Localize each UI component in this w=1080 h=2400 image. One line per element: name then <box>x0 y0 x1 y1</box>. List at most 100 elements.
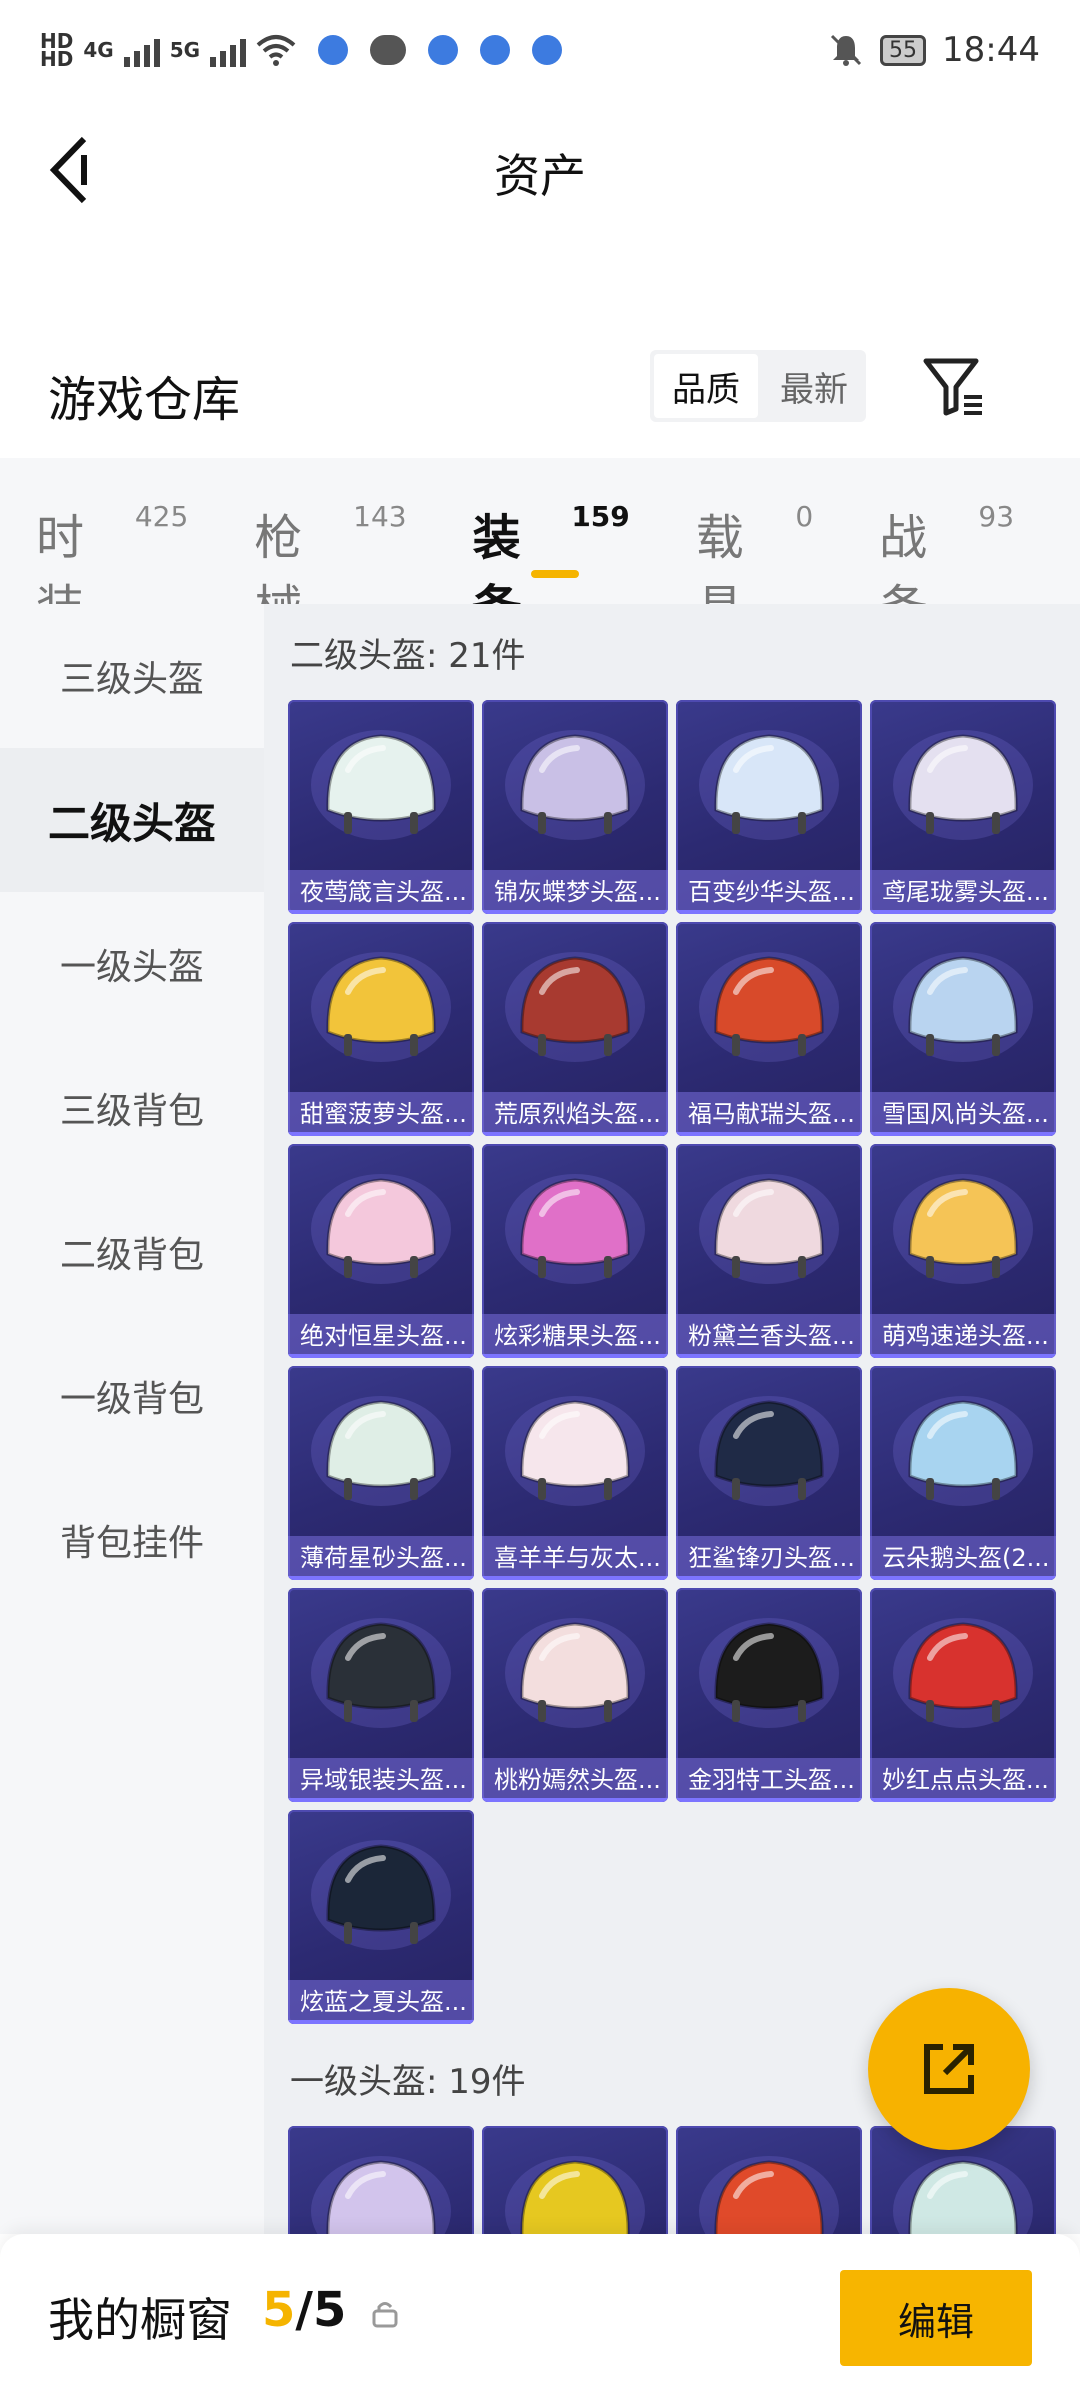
sidebar-item-level3-helmet[interactable]: 三级头盔 <box>0 604 264 748</box>
helmet-image <box>699 1174 839 1284</box>
network-5g-label: 5G <box>169 38 201 62</box>
category-tabs: 时装 425 枪械 143 装备 159 载具 0 战备 93 <box>0 458 1080 636</box>
item-card[interactable]: 桃粉嫣然头盔... <box>482 1588 668 1802</box>
helmet-image <box>699 1396 839 1506</box>
item-name: 锦灰蝶梦头盔... <box>482 870 668 914</box>
item-card[interactable]: 夜莺箴言头盔... <box>288 700 474 914</box>
rarity-strip <box>482 1354 668 1358</box>
helmet-image <box>893 730 1033 840</box>
hd-indicator: HD HD <box>40 29 74 71</box>
item-card[interactable]: 荒原烈焰头盔... <box>482 922 668 1136</box>
rarity-strip <box>676 1354 862 1358</box>
subcategory-sidebar: 三级头盔 二级头盔 一级头盔 三级背包 二级背包 一级背包 背包挂件 <box>0 604 264 2234</box>
item-name: 桃粉嫣然头盔... <box>482 1758 668 1802</box>
item-card[interactable] <box>482 2126 668 2234</box>
item-card[interactable] <box>288 2126 474 2234</box>
item-card[interactable]: 薄荷星砂头盔... <box>288 1366 474 1580</box>
sort-quality-button[interactable]: 品质 <box>654 354 758 418</box>
rarity-strip <box>870 1798 1056 1802</box>
network-4g-label: 4G <box>83 38 114 62</box>
item-card[interactable]: 百变纱华头盔... <box>676 700 862 914</box>
item-card[interactable]: 喜羊羊与灰太... <box>482 1366 668 1580</box>
tab-fashion[interactable]: 时装 425 <box>36 458 188 636</box>
helmet-image <box>505 1396 645 1506</box>
sidebar-item-level2-backpack[interactable]: 二级背包 <box>0 1180 264 1324</box>
battery-indicator: 55 <box>880 34 927 66</box>
showcase-bar: 我的橱窗 5/5 编辑 <box>0 2234 1080 2400</box>
wifi-icon <box>256 35 296 66</box>
item-card[interactable]: 鸢尾珑雾头盔... <box>870 700 1056 914</box>
item-name: 狂鲨锋刃头盔... <box>676 1536 862 1580</box>
rarity-strip <box>870 1354 1056 1358</box>
helmet-image <box>505 952 645 1062</box>
helmet-image <box>311 952 451 1062</box>
item-card[interactable]: 福马献瑞头盔... <box>676 922 862 1136</box>
item-grid: 夜莺箴言头盔... 锦灰蝶梦头盔... 百变纱华头盔... 鸢尾珑雾头盔... 甜蜜菠萝… <box>264 700 1080 2024</box>
rarity-strip <box>288 1354 474 1358</box>
app-notification-icon <box>428 35 459 65</box>
item-name: 雪国风尚头盔... <box>870 1092 1056 1136</box>
sidebar-item-level1-helmet[interactable]: 一级头盔 <box>0 892 264 1036</box>
helmet-image <box>505 2156 645 2234</box>
sidebar-item-level2-helmet[interactable]: 二级头盔 <box>0 748 264 892</box>
item-card[interactable]: 金羽特工头盔... <box>676 1588 862 1802</box>
message-icon <box>370 35 407 65</box>
item-card[interactable]: 锦灰蝶梦头盔... <box>482 700 668 914</box>
sidebar-item-backpack-charm[interactable]: 背包挂件 <box>0 1468 264 1612</box>
helmet-image <box>699 1618 839 1728</box>
app-notification-icon <box>532 35 563 65</box>
item-card[interactable]: 炫蓝之夏头盔... <box>288 1810 474 2024</box>
active-tab-indicator <box>531 570 580 578</box>
sidebar-item-level3-backpack[interactable]: 三级背包 <box>0 1036 264 1180</box>
tab-weapons[interactable]: 枪械 143 <box>254 458 406 636</box>
share-button[interactable] <box>868 1988 1030 2150</box>
section-title: 二级头盔: 21件 <box>290 635 526 676</box>
signal-icon <box>123 33 160 67</box>
rarity-strip <box>482 1576 668 1580</box>
item-name: 百变纱华头盔... <box>676 870 862 914</box>
tab-vehicles[interactable]: 载具 0 <box>696 458 813 636</box>
clock: 18:44 <box>942 30 1040 70</box>
item-card[interactable]: 萌鸡速递头盔... <box>870 1144 1056 1358</box>
item-card[interactable]: 甜蜜菠萝头盔... <box>288 922 474 1136</box>
item-card[interactable]: 炫彩糖果头盔... <box>482 1144 668 1358</box>
item-card[interactable] <box>676 2126 862 2234</box>
helmet-image <box>893 1396 1033 1506</box>
item-name: 喜羊羊与灰太... <box>482 1536 668 1580</box>
helmet-image <box>699 730 839 840</box>
item-card[interactable]: 狂鲨锋刃头盔... <box>676 1366 862 1580</box>
item-card[interactable]: 异域银装头盔... <box>288 1588 474 1802</box>
sort-toggle: 品质 最新 <box>650 350 866 422</box>
lock-icon <box>372 2302 398 2328</box>
item-name: 炫彩糖果头盔... <box>482 1314 668 1358</box>
item-name: 妙红点点头盔... <box>870 1758 1056 1802</box>
rarity-strip <box>482 1132 668 1136</box>
item-name: 金羽特工头盔... <box>676 1758 862 1802</box>
item-card[interactable]: 粉黛兰香头盔... <box>676 1144 862 1358</box>
rarity-strip <box>676 910 862 914</box>
item-card[interactable]: 云朵鹅头盔(2... <box>870 1366 1056 1580</box>
rarity-strip <box>870 1132 1056 1136</box>
item-name: 鸢尾珑雾头盔... <box>870 870 1056 914</box>
tab-supplies[interactable]: 战备 93 <box>879 458 1014 636</box>
rarity-strip <box>288 1798 474 1802</box>
filter-button[interactable] <box>920 355 990 419</box>
rarity-strip <box>482 910 668 914</box>
item-name: 夜莺箴言头盔... <box>288 870 474 914</box>
sort-newest-button[interactable]: 最新 <box>762 350 866 422</box>
rarity-strip <box>288 1132 474 1136</box>
rarity-strip <box>482 1798 668 1802</box>
sidebar-item-level1-backpack[interactable]: 一级背包 <box>0 1324 264 1468</box>
filter-icon <box>923 358 982 416</box>
helmet-image <box>505 730 645 840</box>
item-card[interactable]: 妙红点点头盔... <box>870 1588 1056 1802</box>
item-card[interactable]: 雪国风尚头盔... <box>870 922 1056 1136</box>
item-name: 福马献瑞头盔... <box>676 1092 862 1136</box>
tab-equipment[interactable]: 装备 159 <box>473 458 630 636</box>
helmet-image <box>893 1618 1033 1728</box>
item-name: 粉黛兰香头盔... <box>676 1314 862 1358</box>
edit-button[interactable]: 编辑 <box>840 2270 1032 2366</box>
helmet-image <box>311 1618 451 1728</box>
item-card[interactable]: 绝对恒星头盔... <box>288 1144 474 1358</box>
page-title: 资产 <box>494 149 586 203</box>
